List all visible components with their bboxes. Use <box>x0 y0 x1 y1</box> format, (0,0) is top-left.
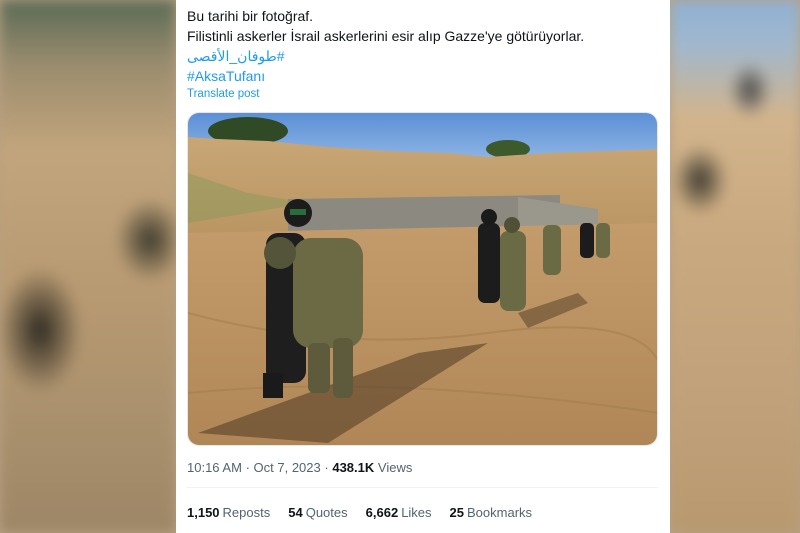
photo-scene <box>188 113 657 445</box>
translate-post-link[interactable]: Translate post <box>187 88 259 100</box>
stat-label: Likes <box>401 505 432 520</box>
stat-count: 25 <box>449 505 465 520</box>
meta-separator: · <box>245 460 250 475</box>
stat-label: Reposts <box>222 505 271 520</box>
stat-quotes[interactable]: 54 Quotes <box>288 505 347 520</box>
stat-count: 6,662 <box>365 505 399 520</box>
stat-label: Quotes <box>305 505 348 520</box>
hashtag-arabic[interactable]: #طوفان_الأقصى <box>187 46 657 66</box>
divider <box>187 487 658 488</box>
tweet-photo[interactable] <box>187 112 658 446</box>
tweet-line-2: Filistinli askerler İsrail askerlerini e… <box>187 28 585 44</box>
stat-bookmarks[interactable]: 25 Bookmarks <box>450 505 533 520</box>
views-count: 438.1K <box>332 460 375 475</box>
stat-reposts[interactable]: 1,150 Reposts <box>187 505 270 520</box>
views-label: Views <box>377 460 413 475</box>
meta-separator-2: · <box>324 460 329 475</box>
tweet-text: Bu tarihi bir fotoğraf. Filistinli asker… <box>187 6 657 86</box>
tweet-line-1: Bu tarihi bir fotoğraf. <box>187 8 314 24</box>
engagement-stats: 1,150 Reposts 54 Quotes 6,662 Likes 25 Bookm… <box>187 505 532 520</box>
blurred-background-right <box>670 0 800 533</box>
tweet-time[interactable]: 10:16 AM <box>187 460 242 475</box>
stat-likes[interactable]: 6,662 Likes <box>366 505 432 520</box>
stat-label: Bookmarks <box>467 505 533 520</box>
tweet-date[interactable]: Oct 7, 2023 <box>254 460 321 475</box>
tweet-card: Bu tarihi bir fotoğraf. Filistinli asker… <box>176 0 670 533</box>
stat-count: 1,150 <box>187 505 220 520</box>
hashtag-aksatufani[interactable]: #AksaTufanı <box>187 66 657 86</box>
tweet-meta: 10:16 AM · Oct 7, 2023 · 438.1K Views <box>187 460 412 475</box>
stat-count: 54 <box>288 505 303 520</box>
blurred-background-left <box>0 0 176 533</box>
